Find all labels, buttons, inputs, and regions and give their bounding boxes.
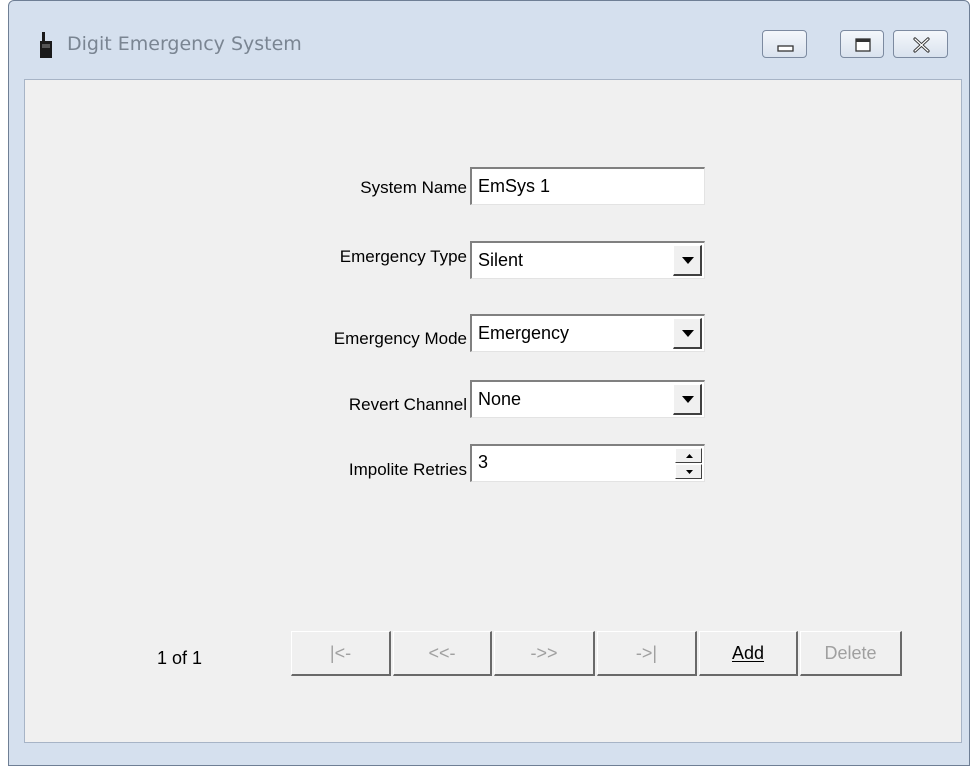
system-name-field[interactable]: EmSys 1 [470,167,705,205]
form-panel: System Name EmSys 1 Emergency Type Silen… [24,79,962,743]
emergency-mode-select[interactable]: Emergency [470,314,705,352]
system-name-label: System Name [360,178,467,197]
maximize-button[interactable] [840,30,884,58]
window-title: Digit Emergency System [67,33,302,55]
title-bar[interactable]: Digit Emergency System [9,1,969,79]
minimize-button[interactable] [762,30,807,58]
system-name-value: EmSys 1 [478,176,551,196]
emergency-type-label: Emergency Type [339,247,467,266]
app-window: Digit Emergency System System Name EmSys… [8,0,970,766]
emergency-type-select[interactable]: Silent [470,241,705,279]
chevron-down-icon [682,330,694,337]
emergency-type-value: Silent [478,250,524,270]
chevron-down-icon [682,396,694,403]
delete-button-label: Delete [824,643,877,663]
arrow-down-icon [686,470,693,474]
emergency-mode-label: Emergency Mode [333,329,467,348]
impolite-retries-spin-buttons [675,448,702,479]
arrow-up-icon [686,454,693,458]
minimize-icon [777,45,794,52]
record-counter: 1 of 1 [157,648,203,668]
spin-up-button[interactable] [675,448,702,463]
impolite-retries-label: Impolite Retries [348,460,467,479]
next-record-button[interactable]: ->> [494,631,595,676]
emergency-mode-dropdown-button[interactable] [673,318,702,349]
add-button[interactable]: Add [699,631,798,676]
first-record-button[interactable]: |<- [291,631,391,676]
emergency-type-dropdown-button[interactable] [673,245,702,276]
spin-down-button[interactable] [675,464,702,479]
emergency-mode-value: Emergency [478,323,570,343]
revert-channel-value: None [478,389,522,409]
close-icon [913,37,930,53]
last-record-button[interactable]: ->| [597,631,697,676]
close-button[interactable] [893,30,948,58]
chevron-down-icon [682,257,694,264]
revert-channel-label: Revert Channel [348,395,467,414]
delete-button[interactable]: Delete [800,631,902,676]
revert-channel-dropdown-button[interactable] [673,384,702,415]
impolite-retries-spinner[interactable]: 3 [470,444,705,482]
radio-icon [40,32,52,58]
maximize-icon [855,38,871,52]
previous-record-button[interactable]: <<- [393,631,492,676]
impolite-retries-value: 3 [478,452,489,472]
add-button-label: Add [731,643,765,663]
revert-channel-select[interactable]: None [470,380,705,418]
